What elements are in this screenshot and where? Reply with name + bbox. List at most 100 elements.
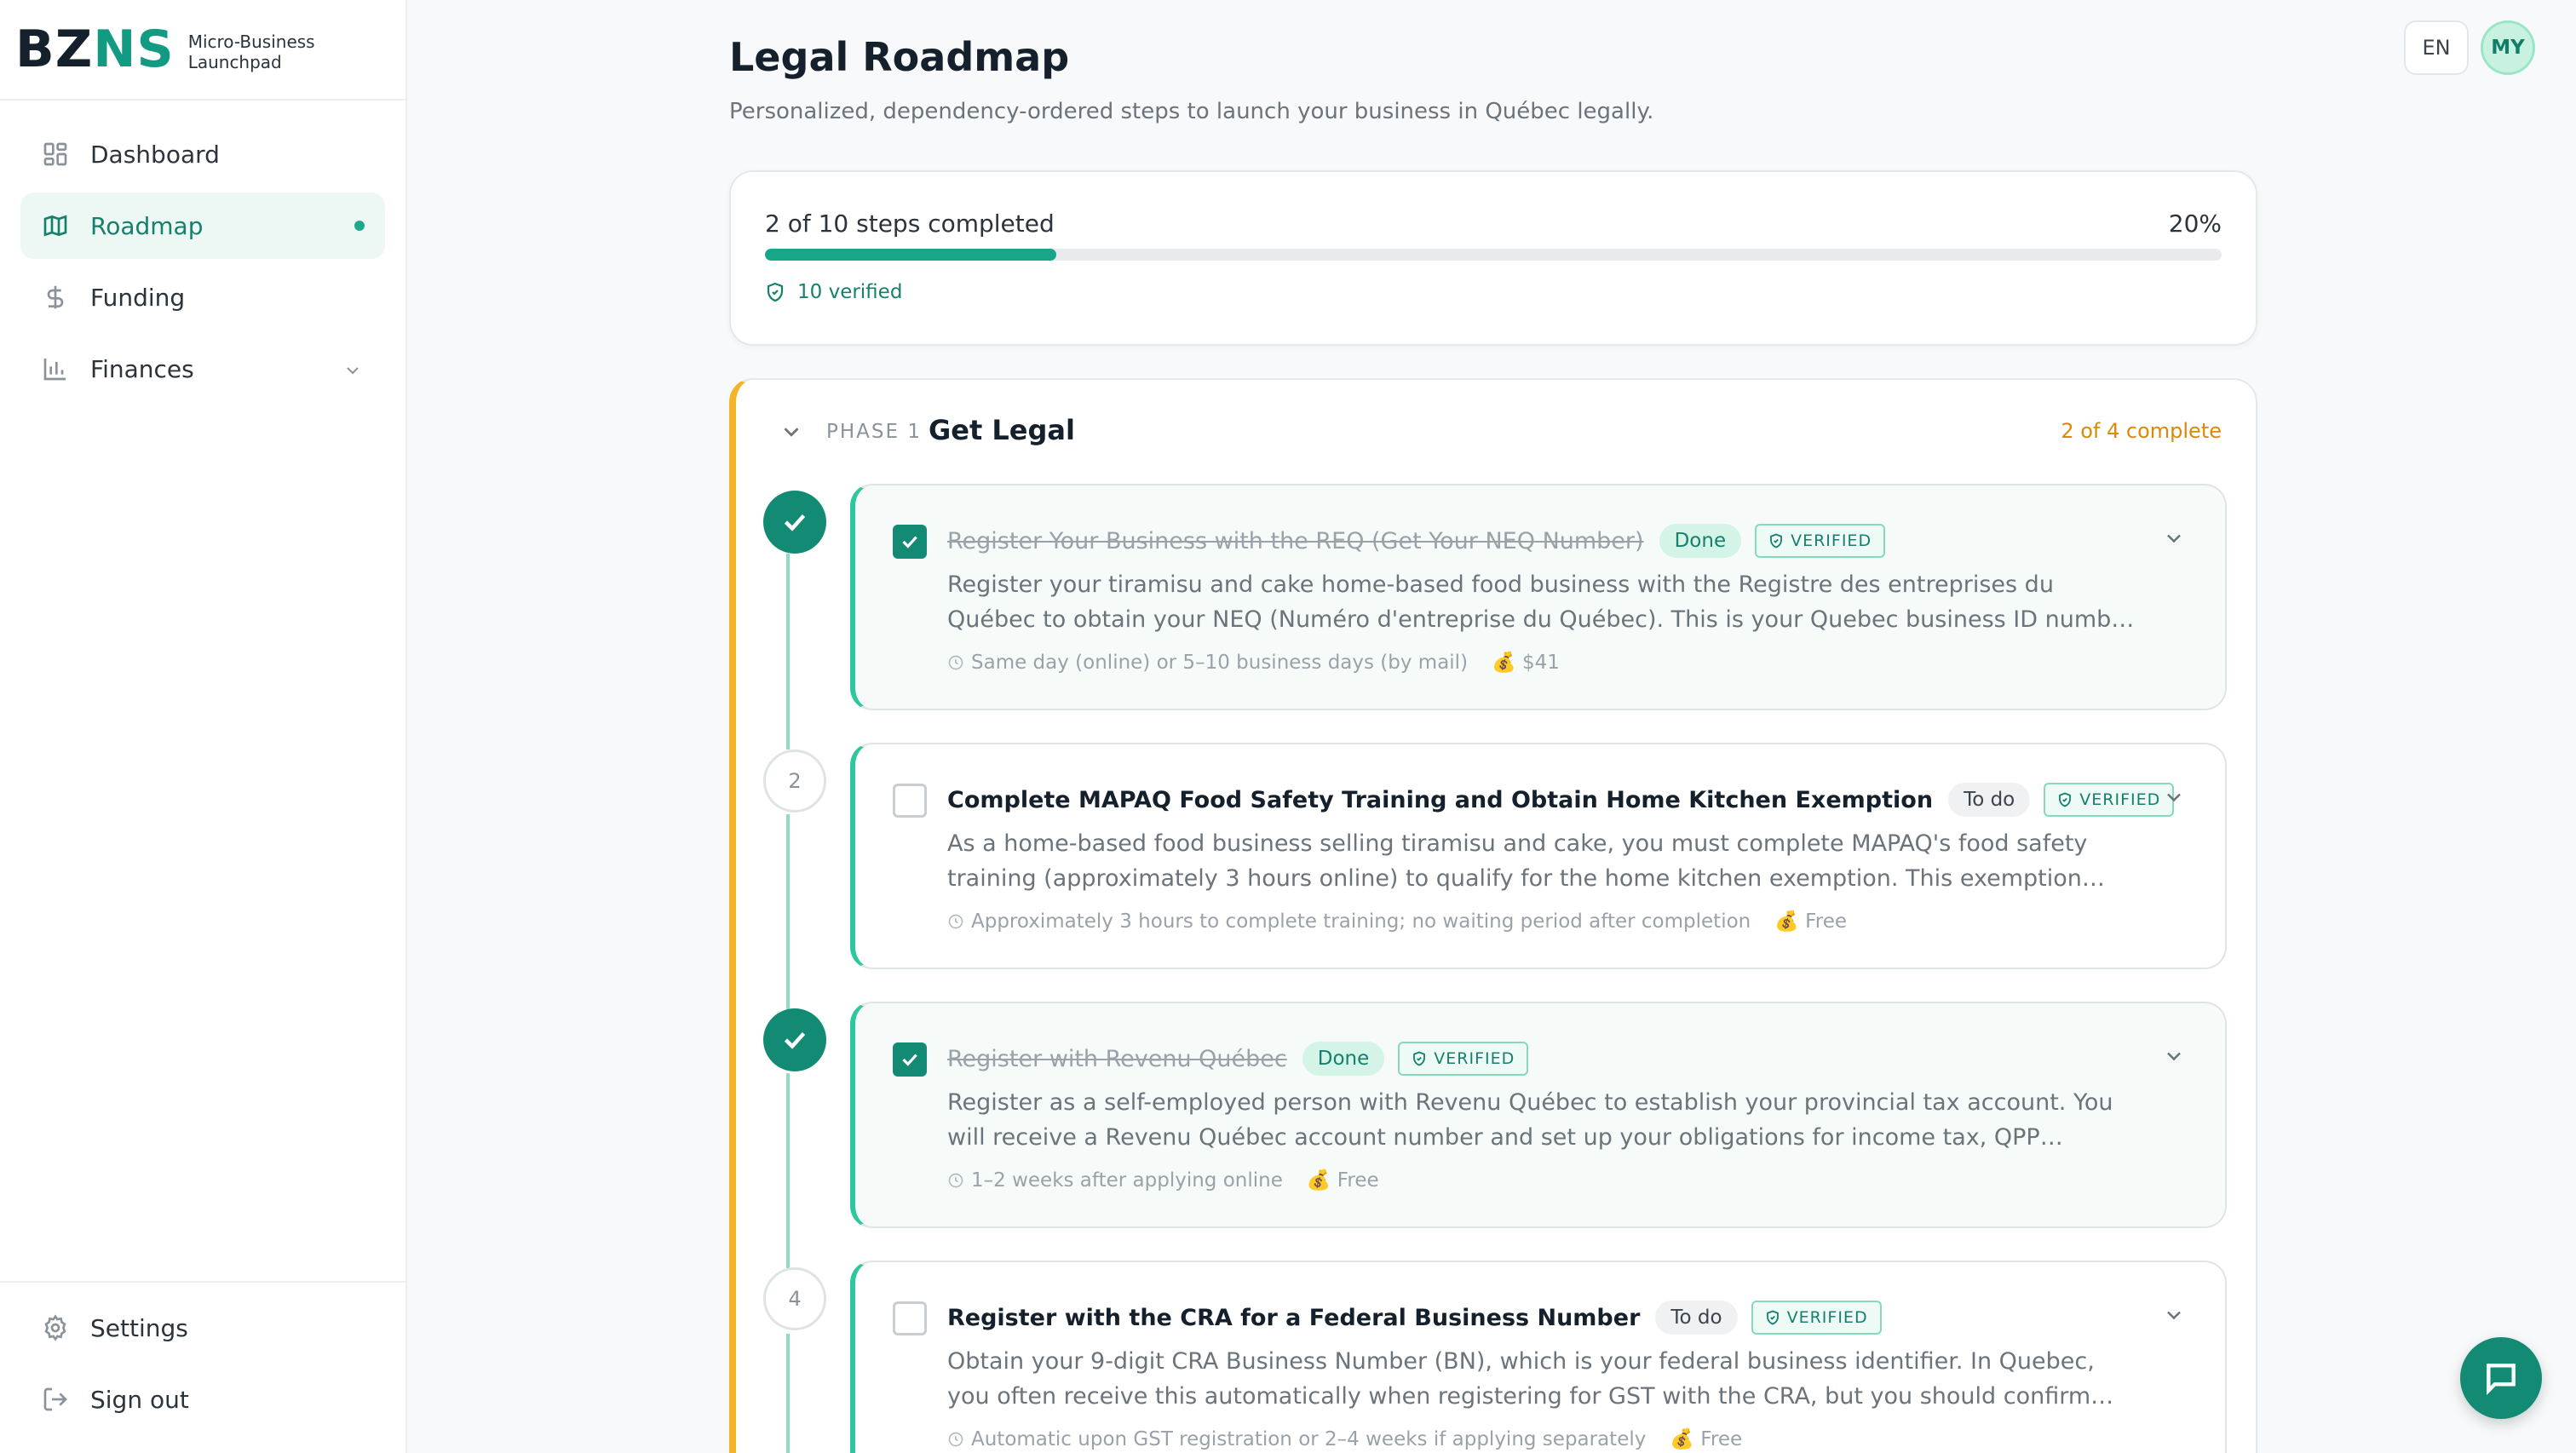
progress-bar [765,249,2222,261]
step-cost: 💰 Free [1306,1169,1379,1192]
step-description: Register as a self-employed person with … [947,1089,2113,1151]
chevron-down-icon[interactable] [2162,526,2186,550]
page-subtitle: Personalized, dependency-ordered steps t… [729,99,1654,124]
step-time-estimate: Approximately 3 hours to complete traini… [971,910,1751,933]
shield-check-icon [1770,533,1782,548]
timeline-connector [786,814,790,1010]
check-icon [784,1031,806,1049]
progress-bar-fill [765,249,1056,261]
language-toggle-button[interactable]: EN [2404,20,2469,75]
nav-label: Roadmap [90,211,204,240]
active-indicator-dot [354,221,365,231]
status-badge: Done [1302,1042,1385,1076]
nav-item-settings[interactable]: Settings [20,1295,385,1361]
chevron-down-icon[interactable] [342,359,363,379]
step-meta: Automatic upon GST registration or 2–4 w… [947,1427,1742,1450]
clock-icon [947,1431,964,1448]
timeline-connector [786,1334,790,1453]
verified-badge-label: VERIFIED [1434,1049,1515,1068]
step-description: Register your tiramisu and cake home-bas… [947,571,2135,633]
step-checkbox[interactable] [893,1301,927,1335]
step-title: Complete MAPAQ Food Safety Training and … [947,786,1934,813]
phase-progress-count: 2 of 4 complete [2061,419,2222,443]
verified-badge-label: VERIFIED [2079,790,2161,809]
check-icon [902,1054,917,1066]
step-circle-number: 2 [763,749,826,813]
chat-bubble-icon [2487,1364,2516,1395]
step-card[interactable]: Register Your Business with the REQ (Get… [850,484,2227,710]
dashboard-icon [41,140,70,169]
verified-badge: VERIFIED [1398,1042,1529,1076]
verified-count-label: 10 verified [797,281,903,303]
check-icon [902,536,917,548]
logo-part-a: BZ [15,20,94,79]
sign-out-icon [41,1385,70,1414]
step-meta: 1–2 weeks after applying online 💰 Free [947,1169,1379,1192]
step-circle-number: 4 [763,1267,826,1330]
step-header: Complete MAPAQ Food Safety Training and … [947,780,2175,819]
step-checkbox[interactable] [893,1042,927,1077]
chevron-down-icon[interactable] [2162,1044,2186,1068]
chevron-down-icon[interactable] [779,419,804,445]
nav-label: Sign out [90,1385,189,1414]
step-title: Register with the CRA for a Federal Busi… [947,1304,1641,1331]
bar-chart-icon [41,354,70,383]
nav-item-dashboard[interactable]: Dashboard [20,121,385,187]
sidebar: BZNS Micro-Business Launchpad Dashboard … [0,0,407,1453]
step-circle-completed [763,1008,826,1071]
status-badge: To do [1948,783,2031,817]
step-checkbox[interactable] [893,784,927,818]
step-card[interactable]: Complete MAPAQ Food Safety Training and … [850,743,2227,969]
chevron-down-icon[interactable] [2162,1303,2186,1327]
nav-label: Finances [90,354,194,383]
step-cost: 💰 Free [1774,910,1847,933]
chat-button[interactable] [2460,1337,2542,1419]
step-card[interactable]: Register with Revenu Québec Done VERIFIE… [850,1002,2227,1228]
logo[interactable]: BZNS [15,24,175,75]
tagline: Micro-Business Launchpad [187,32,315,72]
clock-icon [947,654,964,671]
sidebar-bottom: Settings Sign out [0,1281,405,1453]
step-checkbox[interactable] [893,525,927,559]
progress-card: 2 of 10 steps completed 20% 10 verified [729,170,2257,346]
nav-item-sign-out[interactable]: Sign out [20,1366,385,1433]
nav-label: Funding [90,283,186,312]
verified-badge: VERIFIED [2044,783,2175,817]
shield-check-icon [767,282,784,302]
phase-label: PHASE 1 [826,421,922,443]
user-avatar[interactable]: MY [2481,20,2535,75]
nav-item-funding[interactable]: Funding [20,264,385,330]
verified-badge: VERIFIED [1755,524,1886,558]
chevron-down-icon[interactable] [2162,785,2186,809]
timeline-connector [786,1073,790,1269]
phase-title[interactable]: Get Legal [929,414,1075,446]
timeline-connector [786,554,790,749]
step-description: Obtain your 9-digit CRA Business Number … [947,1348,2095,1410]
step-meta: Same day (online) or 5–10 business days … [947,651,1560,674]
progress-percent: 20% [2168,210,2222,238]
step-header: Register with Revenu Québec Done VERIFIE… [947,1039,1529,1078]
verified-badge-label: VERIFIED [1786,1308,1868,1327]
clock-icon [947,913,964,930]
step-card[interactable]: Register with the CRA for a Federal Busi… [850,1261,2227,1453]
nav-item-roadmap[interactable]: Roadmap [20,192,385,259]
step-header: Register Your Business with the REQ (Get… [947,521,1886,560]
logo-part-b: NS [93,20,175,79]
step-time-estimate: Same day (online) or 5–10 business days … [971,651,1469,674]
dollar-icon [41,283,70,312]
shield-check-icon [1766,1310,1779,1325]
verified-badge-label: VERIFIED [1791,531,1872,550]
step-meta: Approximately 3 hours to complete traini… [947,910,1847,933]
verified-count: 10 verified [765,281,902,303]
page-title: Legal Roadmap [729,34,1070,80]
step-time-estimate: Automatic upon GST registration or 2–4 w… [971,1427,1647,1450]
progress-text: 2 of 10 steps completed [765,210,1055,238]
clock-icon [947,1172,964,1189]
gear-icon [41,1313,70,1342]
nav-label: Dashboard [90,140,220,169]
step-circle-completed [763,491,826,554]
map-icon [41,211,70,240]
status-badge: To do [1655,1301,1738,1335]
nav-item-finances[interactable]: Finances [20,336,385,402]
step-time-estimate: 1–2 weeks after applying online [971,1169,1283,1192]
